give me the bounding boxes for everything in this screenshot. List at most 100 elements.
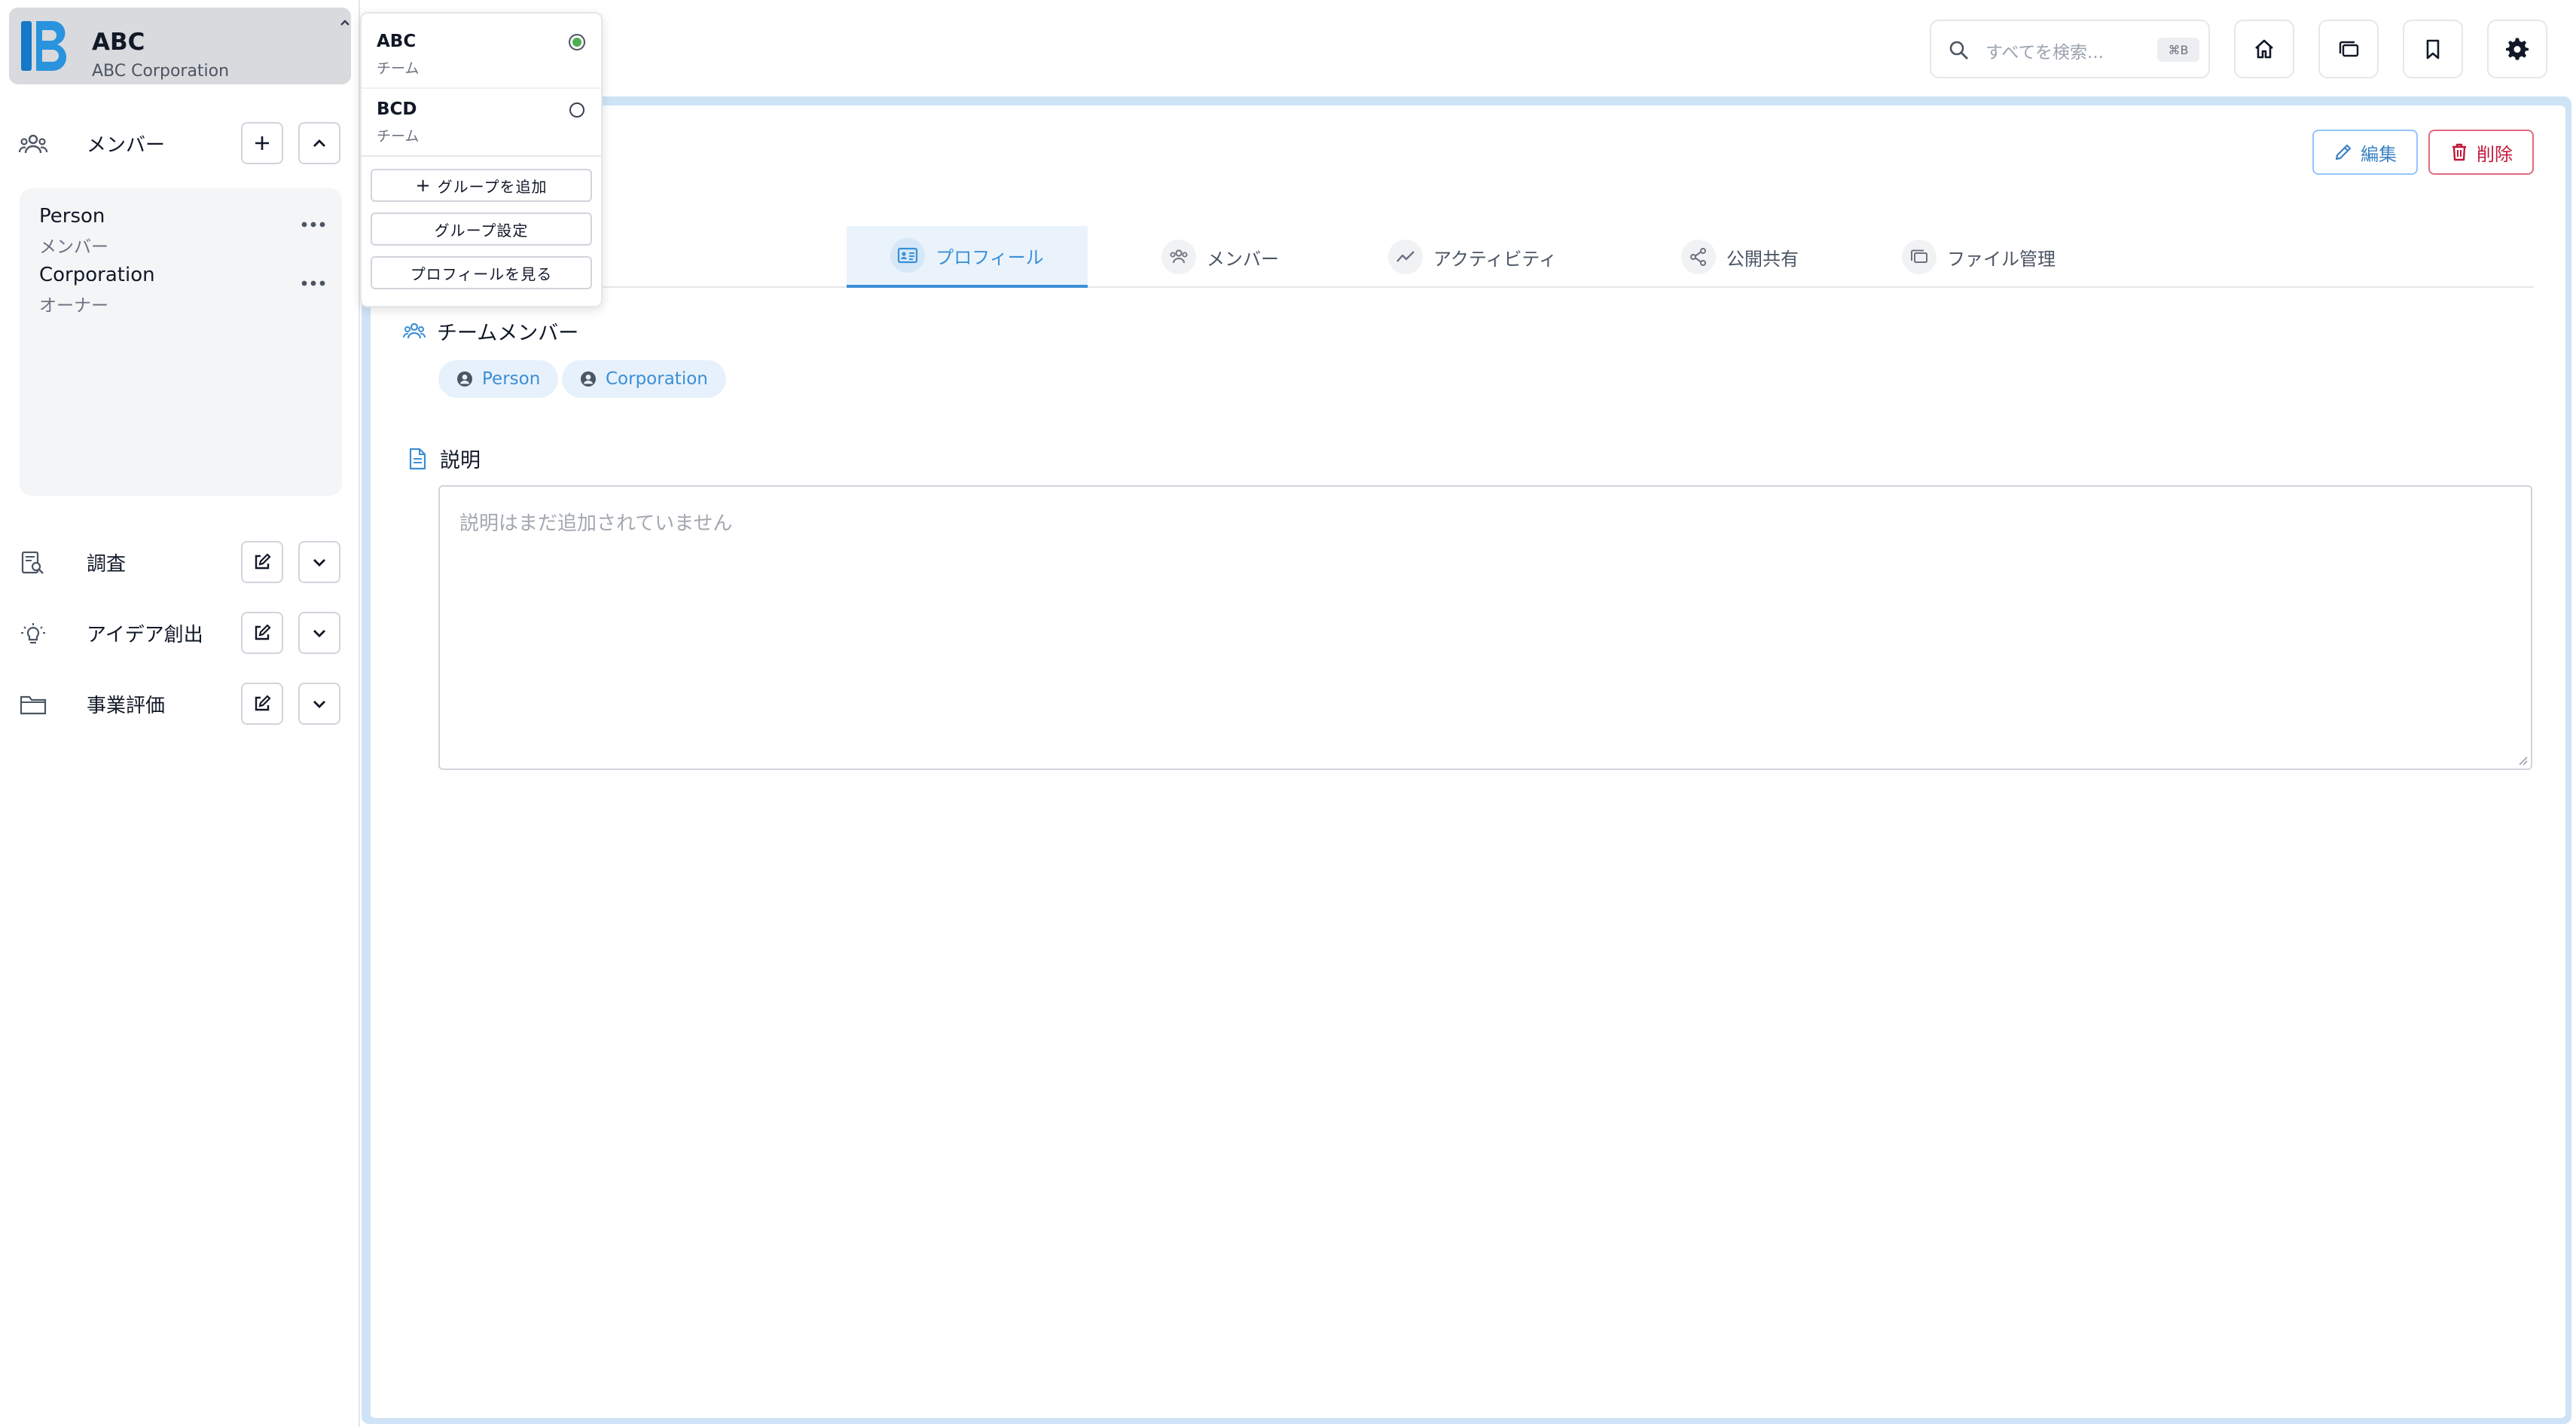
tab-file-management-label: ファイル管理 <box>1947 248 2056 270</box>
resize-handle-icon[interactable] <box>2516 753 2528 765</box>
tab-file-management[interactable]: ファイル管理 <box>1892 226 2065 288</box>
tab-profile-icon-wrap <box>890 238 926 273</box>
add-member-button[interactable] <box>241 122 283 164</box>
search-shortcut-badge: ⌘B <box>2157 38 2199 62</box>
gear-icon <box>2506 38 2529 60</box>
description-textarea[interactable]: 説明はまだ追加されていません <box>438 485 2532 770</box>
tab-files-icon-wrap <box>1902 240 1937 274</box>
org-subtitle: ABC Corporation <box>92 62 230 81</box>
member-chip[interactable]: Person <box>438 360 559 398</box>
group-option-abc[interactable]: ABC チーム <box>362 17 601 84</box>
delete-button[interactable]: 削除 <box>2428 130 2534 175</box>
member-chip-label: Corporation <box>606 369 708 389</box>
radio-unselected-icon[interactable] <box>568 101 586 119</box>
org-name: ABC <box>92 29 145 56</box>
research-icon <box>21 552 44 574</box>
more-horizontal-icon[interactable] <box>298 276 328 291</box>
members-icon <box>1170 249 1188 264</box>
list-item[interactable]: Person メンバー <box>39 205 328 257</box>
members-icon <box>18 134 48 154</box>
edit-ideas-button[interactable] <box>241 612 283 654</box>
trash-icon <box>2452 143 2466 161</box>
search-input[interactable]: すべてを検索... <box>1985 38 2104 63</box>
team-members-heading-text: チームメンバー <box>437 322 579 345</box>
add-group-label: グループを追加 <box>437 177 548 196</box>
folder-icon <box>20 695 47 715</box>
group-settings-label: グループ設定 <box>434 221 529 240</box>
tab-members-icon-wrap <box>1161 240 1196 274</box>
sidebar-section-research-label: 調査 <box>87 552 127 576</box>
chevron-up-icon <box>340 20 349 26</box>
member-chip-label: Person <box>482 369 541 389</box>
group-option-type: チーム <box>377 60 420 77</box>
search-box[interactable]: すべてを検索... ⌘B <box>1930 20 2210 78</box>
chevron-up-icon <box>313 139 325 147</box>
member-role: メンバー <box>39 237 108 257</box>
tab-members-label: メンバー <box>1207 248 1279 270</box>
stack-button[interactable] <box>2318 20 2379 78</box>
delete-button-label: 削除 <box>2477 143 2513 165</box>
sidebar-section-members: メンバー <box>0 121 360 166</box>
edit-button-label: 編集 <box>2361 143 2397 165</box>
expand-evaluation-button[interactable] <box>298 683 340 725</box>
stack-icon <box>1911 249 1927 263</box>
plus-icon <box>255 136 269 150</box>
home-icon <box>2255 39 2273 59</box>
more-horizontal-icon[interactable] <box>298 217 328 232</box>
sidebar-section-research: 調査 <box>0 539 360 585</box>
edit-evaluation-button[interactable] <box>241 683 283 725</box>
description-placeholder: 説明はまだ追加されていません <box>459 512 733 535</box>
expand-ideas-button[interactable] <box>298 612 340 654</box>
app-root: ABC ABC Corporation メンバー Person メンバー Cor… <box>0 0 2576 1427</box>
chevron-down-icon <box>313 559 325 567</box>
trend-icon <box>1396 251 1415 262</box>
org-switcher[interactable]: ABC ABC Corporation <box>9 8 351 84</box>
group-option-name: BCD <box>377 99 417 119</box>
member-name: Corporation <box>39 264 155 286</box>
description-heading-text: 説明 <box>440 449 481 472</box>
sidebar-section-ideas-label: アイデア創出 <box>87 623 203 646</box>
add-group-button[interactable]: + グループを追加 <box>371 169 592 202</box>
edit-square-icon <box>255 624 271 640</box>
settings-button[interactable] <box>2487 20 2547 78</box>
edit-square-icon <box>255 695 271 711</box>
user-circle-icon <box>581 371 596 387</box>
bookmark-icon <box>2426 39 2440 60</box>
radio-selected-icon[interactable] <box>568 33 586 51</box>
sidebar-section-members-label: メンバー <box>87 133 166 157</box>
edit-research-button[interactable] <box>241 541 283 583</box>
group-switcher-dropdown: ABC チーム BCD チーム + グループを追加 グループ設定 プロフィールを… <box>360 12 603 307</box>
bookmark-button[interactable] <box>2403 20 2463 78</box>
document-icon <box>409 448 426 469</box>
description-heading: 説明 <box>405 444 481 473</box>
lightbulb-icon <box>21 623 45 644</box>
team-members-heading: チームメンバー <box>402 316 578 346</box>
tab-activity-icon-wrap <box>1388 240 1424 274</box>
expand-research-button[interactable] <box>298 541 340 583</box>
list-item[interactable]: Corporation オーナー <box>39 264 328 316</box>
members-icon <box>403 322 426 338</box>
divider <box>362 155 601 157</box>
member-list: Person メンバー Corporation オーナー <box>20 188 342 496</box>
tab-public-share-label: 公開共有 <box>1726 248 1799 270</box>
tab-public-share[interactable]: 公開共有 <box>1657 226 1823 288</box>
tab-profile-label: プロフィール <box>935 246 1044 268</box>
sidebar: ABC ABC Corporation メンバー Person メンバー Cor… <box>0 0 360 1427</box>
tab-profile[interactable]: プロフィール <box>847 226 1088 288</box>
tab-members[interactable]: メンバー <box>1145 226 1296 288</box>
plus-icon: + <box>415 175 432 196</box>
member-role: オーナー <box>39 296 108 316</box>
home-button[interactable] <box>2234 20 2294 78</box>
sidebar-section-evaluation-label: 事業評価 <box>87 694 166 717</box>
sidebar-section-ideas: アイデア創出 <box>0 610 360 655</box>
tab-activity[interactable]: アクティビティ <box>1378 226 1567 288</box>
collapse-members-button[interactable] <box>298 122 340 164</box>
share-icon <box>1690 248 1706 266</box>
view-profile-button[interactable]: プロフィールを見る <box>371 256 592 289</box>
group-option-bcd[interactable]: BCD チーム <box>362 84 601 152</box>
search-icon <box>1949 41 1968 60</box>
member-chip[interactable]: Corporation <box>562 360 726 398</box>
group-settings-button[interactable]: グループ設定 <box>371 212 592 246</box>
view-profile-label: プロフィールを見る <box>410 264 553 283</box>
edit-button[interactable]: 編集 <box>2312 130 2418 175</box>
